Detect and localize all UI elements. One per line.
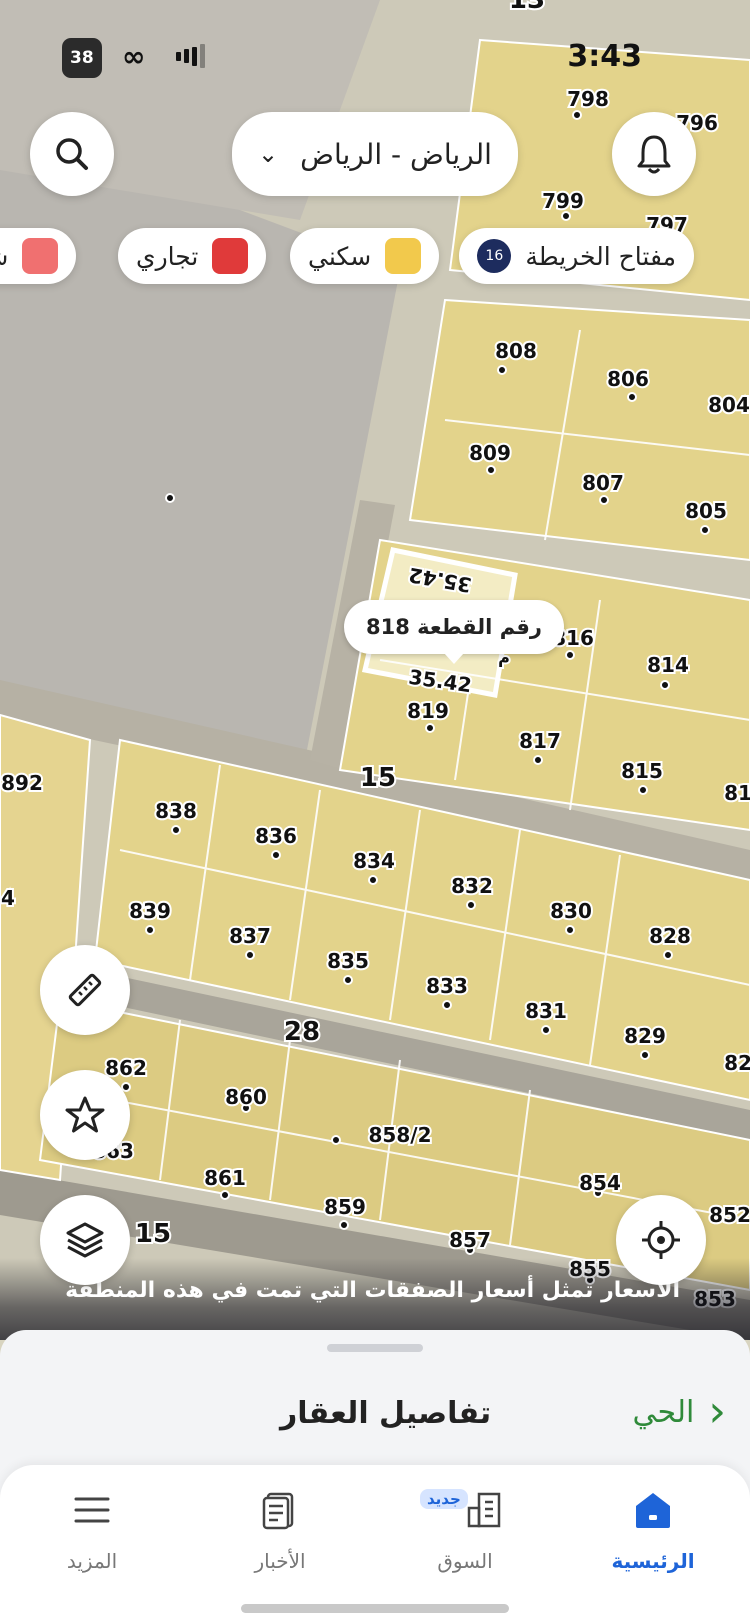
measure-button[interactable] xyxy=(40,945,130,1035)
parcel-819: 819 xyxy=(407,699,449,723)
star-icon xyxy=(65,1096,105,1133)
my-location-button[interactable] xyxy=(616,1195,706,1285)
parcel-81: 81 xyxy=(724,781,750,805)
layers-button[interactable] xyxy=(40,1195,130,1285)
map-key-label: مفتاح الخريطة xyxy=(525,241,676,271)
nav-market-label: السوق xyxy=(437,1549,493,1573)
parcel-892: 892 xyxy=(1,771,43,795)
home-indicator xyxy=(241,1604,509,1613)
nav-market[interactable]: جديد السوق xyxy=(390,1485,540,1573)
commercial-swatch xyxy=(212,238,249,274)
favorite-button[interactable] xyxy=(40,1070,130,1160)
city-selector-label: الرياض - الرياض xyxy=(300,137,492,171)
parcel-838: 838 xyxy=(155,799,197,823)
parcel-806: 806 xyxy=(607,367,649,391)
new-badge: جديد xyxy=(420,1489,468,1509)
legend-commercial[interactable]: تجاري xyxy=(118,228,267,284)
parcel-805: 805 xyxy=(685,499,727,523)
parcel-828: 828 xyxy=(649,924,691,948)
legend-commercial-label: تجاري xyxy=(136,241,199,271)
nav-home-label: الرئيسية xyxy=(611,1549,695,1573)
parcel-839: 839 xyxy=(129,899,171,923)
parcel-808: 808 xyxy=(495,339,537,363)
sheet-grab-handle[interactable] xyxy=(327,1344,423,1352)
parcel-809: 809 xyxy=(469,441,511,465)
city-selector[interactable]: ⌄ الرياض - الرياض xyxy=(232,112,518,196)
parcel-831: 831 xyxy=(525,999,567,1023)
parcel-858-2: 858/2 xyxy=(369,1123,432,1147)
parcel-799: 799 xyxy=(542,189,584,213)
map-key-badge: 16 xyxy=(477,239,512,273)
parcel-857: 857 xyxy=(449,1228,491,1252)
news-icon xyxy=(262,1492,294,1530)
parcel-862: 862 xyxy=(105,1056,147,1080)
parcel-836: 836 xyxy=(255,824,297,848)
battery-indicator: 38 xyxy=(62,38,102,78)
parcel-859: 859 xyxy=(324,1195,366,1219)
legend-third[interactable]: شـ xyxy=(0,228,77,284)
parcel-4: 4 xyxy=(1,886,15,910)
property-details-title: تفاصيل العقار xyxy=(280,1396,492,1431)
parcel-815: 815 xyxy=(621,759,663,783)
parcel-832: 832 xyxy=(451,874,493,898)
parcel-817: 817 xyxy=(519,729,561,753)
parcel-833: 833 xyxy=(426,974,468,998)
bottom-nav: الرئيسية جديد السوق الأخبار المزيد xyxy=(0,1465,750,1621)
menu-icon xyxy=(74,1497,110,1523)
nav-home[interactable]: الرئيسية xyxy=(578,1485,728,1573)
legend-third-label: شـ xyxy=(0,242,8,271)
crosshair-icon xyxy=(642,1221,680,1259)
parcel-830: 830 xyxy=(550,899,592,923)
map-key-chip[interactable]: 16 مفتاح الخريطة xyxy=(459,228,694,284)
layers-icon xyxy=(66,1222,104,1258)
buildings-icon xyxy=(467,1492,501,1528)
parcel-798: 798 xyxy=(567,87,609,111)
parcel-829: 829 xyxy=(624,1024,666,1048)
parcel-860: 860 xyxy=(225,1085,267,1109)
chevron-right-icon: › xyxy=(708,1386,726,1437)
legend-residential-label: سكني xyxy=(308,241,372,271)
selected-parcel-tooltip[interactable]: رقم القطعة 818 xyxy=(344,600,564,664)
parcel-82: 82 xyxy=(724,1051,750,1075)
parcel-852: 852 xyxy=(709,1203,750,1227)
search-button[interactable] xyxy=(30,112,114,196)
residential-swatch xyxy=(385,238,422,274)
parcel-835: 835 xyxy=(327,949,369,973)
ruler-icon xyxy=(68,973,102,1007)
third-swatch xyxy=(22,238,59,274)
district-link[interactable]: الحي › xyxy=(633,1390,726,1434)
legend-residential[interactable]: سكني xyxy=(290,228,440,284)
parcel-861: 861 xyxy=(204,1166,246,1190)
signal-icon xyxy=(176,38,205,74)
chevron-down-icon: ⌄ xyxy=(258,140,279,168)
link-icon: ∞ xyxy=(122,39,146,73)
notifications-button[interactable] xyxy=(612,112,696,196)
search-icon xyxy=(56,138,88,170)
parcel-814: 814 xyxy=(647,653,689,677)
street-15-a: 15 xyxy=(360,763,396,793)
street-28: 28 xyxy=(284,1017,320,1047)
parcel-854: 854 xyxy=(579,1171,621,1195)
district-label: الحي xyxy=(632,1394,695,1430)
nav-news-label: الأخبار xyxy=(254,1549,306,1573)
parcel-837: 837 xyxy=(229,924,271,948)
nav-more-label: المزيد xyxy=(66,1549,118,1573)
bell-icon xyxy=(637,135,671,174)
parcel-834: 834 xyxy=(353,849,395,873)
nav-more[interactable]: المزيد xyxy=(17,1485,167,1573)
parcel-807: 807 xyxy=(582,471,624,495)
home-icon xyxy=(636,1493,670,1528)
street-15-b: 15 xyxy=(135,1219,171,1249)
street-13: 13 xyxy=(509,0,545,15)
nav-news[interactable]: الأخبار xyxy=(205,1485,355,1573)
parcel-804: 804 xyxy=(708,393,750,417)
price-note-text: الأسعار تمثل أسعار الصفقات التي تمت في ه… xyxy=(65,1278,680,1303)
status-time: 3:43 xyxy=(567,38,642,74)
